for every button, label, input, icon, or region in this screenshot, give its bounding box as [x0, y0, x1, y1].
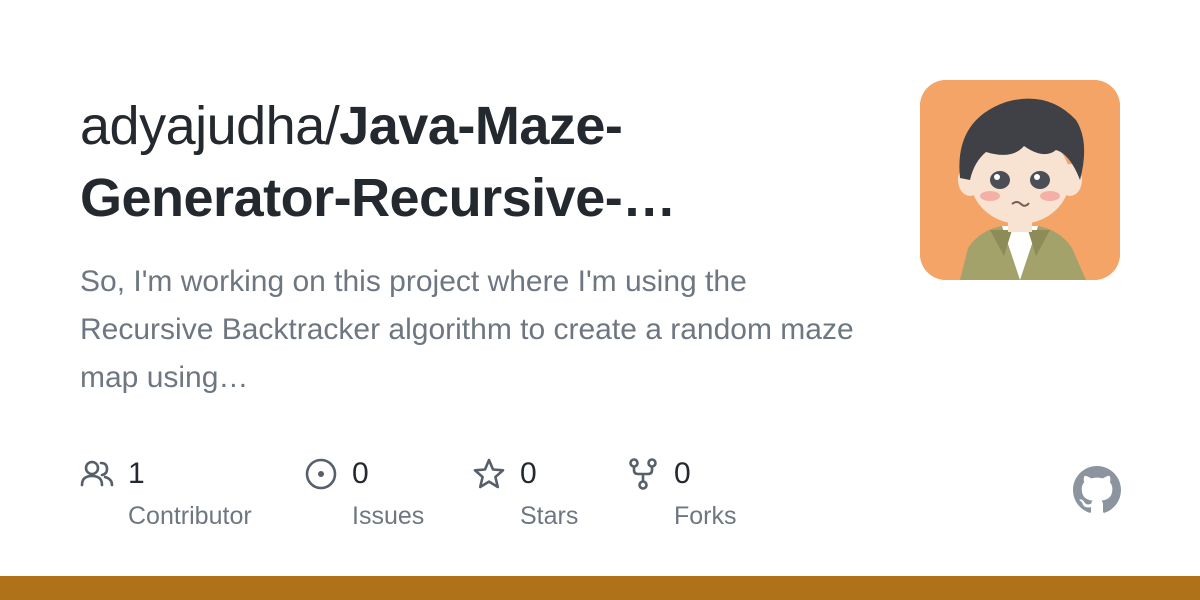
issue-opened-icon: [305, 458, 337, 490]
forks-count: 0: [674, 457, 691, 490]
repo-owner: adyajudha/: [80, 96, 340, 156]
issues-label: Issues: [352, 502, 425, 530]
issues-count: 0: [352, 457, 369, 490]
forks-label: Forks: [674, 502, 737, 530]
stars-count: 0: [520, 457, 537, 490]
contributors-count: 1: [128, 457, 145, 490]
repo-stats: 1 Contributor 0 Issues 0 Stars 0 Forks: [80, 452, 840, 542]
owner-avatar: [920, 80, 1120, 280]
star-icon: [473, 458, 505, 489]
avatar-illustration: [920, 80, 1120, 280]
github-logo-icon[interactable]: [1073, 466, 1121, 514]
repo-description: So, I'm working on this project where I'…: [80, 265, 854, 394]
people-icon: [80, 460, 114, 487]
repo-title: adyajudha/Java-Maze-Generator-Recursive-…: [80, 90, 880, 234]
contributors-label: Contributor: [128, 502, 252, 530]
repo-forked-icon: [629, 458, 657, 490]
stars-label: Stars: [520, 502, 579, 530]
language-bar: [0, 576, 1200, 600]
